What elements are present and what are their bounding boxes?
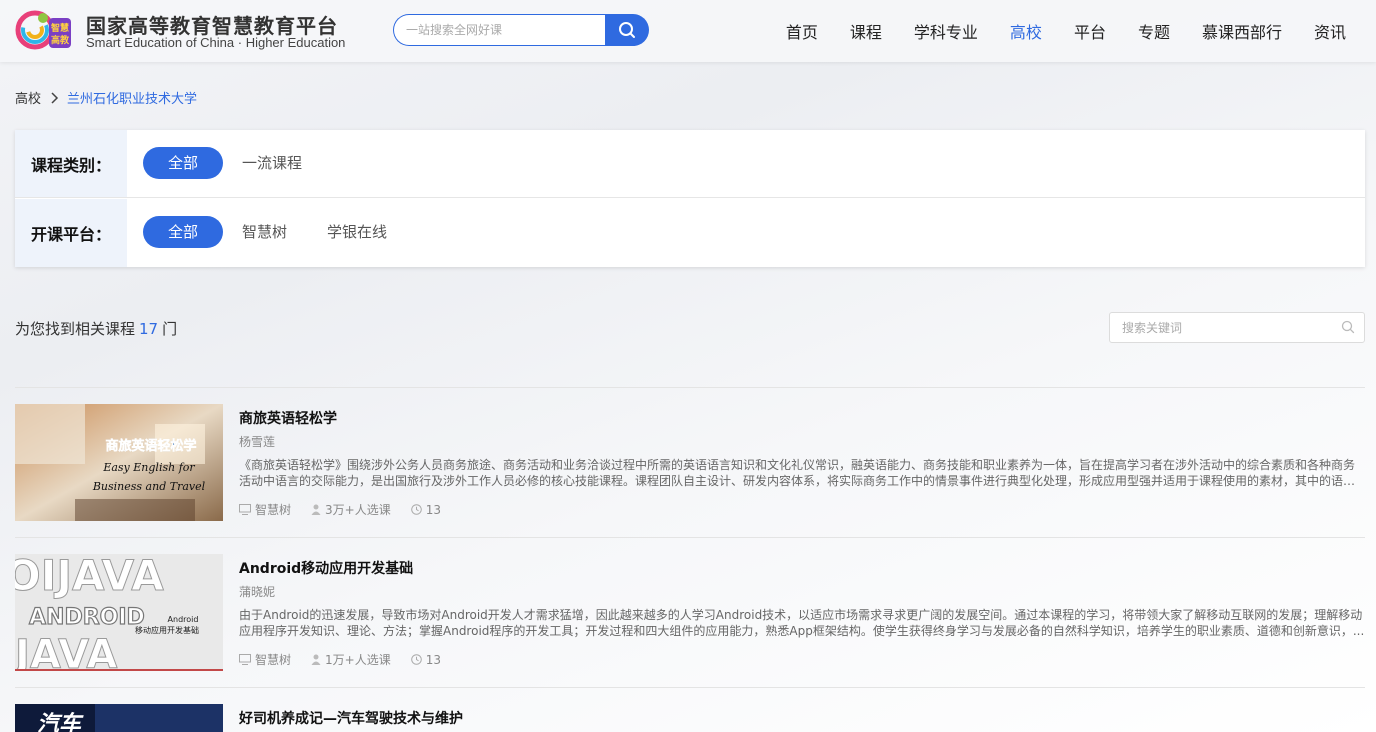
global-search-input[interactable] [393, 14, 607, 46]
user-icon [311, 504, 321, 515]
course-platform: 智慧树 [239, 501, 291, 518]
keyword-search-input[interactable] [1109, 312, 1365, 343]
thumbnail-title: 汽车 [37, 711, 84, 732]
result-count-number: 17 [139, 320, 159, 338]
result-count-prefix: 为您找到相关课程 [15, 320, 136, 338]
logo-badge-line2: 高教 [51, 34, 70, 46]
course-description: 由于Android的迅速发展，导致市场对Android开发人才需求猛增，因此越来… [239, 608, 1365, 638]
top-header: 智慧 高教 国家高等教育智慧教育平台 Smart Education of Ch… [0, 0, 1376, 62]
search-icon [619, 22, 635, 38]
course-card[interactable]: 汽车 好司机养成记—汽车驾驶技术与维护 [15, 704, 1365, 732]
logo-badge-line1: 智慧 [51, 22, 69, 34]
course-description: 《商旅英语轻松学》围绕涉外公务人员商务旅途、商务活动和业务洽谈过程中所需的英语语… [239, 458, 1356, 488]
result-count: 为您找到相关课程 17 门 [15, 318, 177, 339]
course-card[interactable]: OIJAVA JAVA ANDROID Android 移动应用开发基础 And… [15, 554, 1365, 671]
course-filter-panel: 课程类别： 全部 一流课程 开课平台： 全部 智慧树 学银在线 [15, 130, 1365, 267]
global-search-button[interactable] [605, 14, 649, 46]
thumbnail-bg-text: JAVA [15, 632, 117, 671]
clock-icon [410, 654, 422, 665]
course-title[interactable]: 商旅英语轻松学 [239, 408, 1365, 428]
course-sessions-label: 13 [425, 502, 441, 517]
clock-icon [410, 504, 422, 515]
thumbnail-subtitle-1: Easy English for [102, 461, 195, 474]
nav-universities[interactable]: 高校 [1010, 19, 1042, 43]
platform-logo[interactable]: 智慧 高教 [15, 8, 71, 52]
breadcrumb-universities-link[interactable]: 高校 [15, 88, 41, 107]
course-sessions-label: 13 [425, 652, 441, 667]
nav-topics[interactable]: 专题 [1138, 19, 1170, 43]
filter-label-platform: 开课平台： [15, 199, 127, 267]
thumbnail-title: 商旅英语轻松学 [105, 438, 196, 454]
divider [15, 537, 1365, 538]
filter-platform-all[interactable]: 全部 [143, 216, 223, 248]
global-search [393, 14, 649, 46]
thumbnail-subtitle-1: Android [168, 615, 199, 624]
keyword-search [1109, 312, 1365, 343]
nav-news[interactable]: 资讯 [1314, 19, 1346, 43]
nav-disciplines[interactable]: 学科专业 [914, 19, 978, 43]
user-icon [311, 654, 321, 665]
course-thumbnail[interactable]: OIJAVA JAVA ANDROID Android 移动应用开发基础 [15, 554, 223, 671]
course-meta: 智慧树 1万+人选课 13 [239, 651, 1365, 668]
thumbnail-bg-text: OIJAVA [15, 554, 164, 600]
course-thumbnail[interactable]: 商旅英语轻松学 Easy English for Business and Tr… [15, 404, 223, 521]
course-learners-label: 1万+人选课 [325, 653, 391, 667]
filter-row-platform: 开课平台： 全部 智慧树 学银在线 [15, 199, 1365, 267]
thumbnail-subtitle-2: Business and Travel [92, 480, 206, 493]
result-count-suffix: 门 [162, 320, 178, 338]
filter-row-category: 课程类别： 全部 一流课程 [15, 130, 1365, 198]
filter-platform-zhihuishu[interactable]: 智慧树 [242, 216, 287, 248]
chevron-right-icon [51, 91, 59, 104]
course-info: Android移动应用开发基础 蒲晓妮 由于Android的迅速发展，导致市场对… [239, 554, 1365, 668]
thumbnail-title: ANDROID [29, 605, 145, 630]
course-learners: 1万+人选课 [311, 651, 391, 668]
course-sessions: 13 [410, 502, 441, 517]
course-info: 好司机养成记—汽车驾驶技术与维护 [239, 704, 1365, 728]
course-title[interactable]: Android移动应用开发基础 [239, 558, 1365, 578]
monitor-icon [239, 654, 251, 665]
search-icon[interactable] [1341, 320, 1355, 334]
divider [15, 687, 1365, 688]
monitor-icon [239, 504, 251, 515]
course-platform: 智慧树 [239, 651, 291, 668]
course-learners-label: 3万+人选课 [325, 503, 391, 517]
nav-home[interactable]: 首页 [786, 19, 818, 43]
main-nav: 首页 课程 学科专业 高校 平台 专题 慕课西部行 资讯 [754, 0, 1346, 62]
nav-mooc-west[interactable]: 慕课西部行 [1202, 19, 1282, 43]
course-learners: 3万+人选课 [311, 501, 391, 518]
thumbnail-subtitle-2: 移动应用开发基础 [135, 625, 199, 635]
nav-courses[interactable]: 课程 [850, 19, 882, 43]
filter-label-category: 课程类别： [15, 130, 127, 197]
course-title[interactable]: 好司机养成记—汽车驾驶技术与维护 [239, 708, 1365, 728]
course-teacher: 杨雪莲 [239, 435, 276, 449]
course-thumbnail[interactable]: 汽车 [15, 704, 223, 732]
course-platform-label: 智慧树 [255, 503, 292, 517]
course-teacher: 蒲晓妮 [239, 585, 276, 599]
filter-category-all[interactable]: 全部 [143, 147, 223, 179]
filter-category-first-class[interactable]: 一流课程 [242, 147, 302, 179]
logo-title-en: Smart Education of China · Higher Educat… [86, 35, 346, 50]
breadcrumb: 高校 兰州石化职业技术大学 [15, 88, 197, 107]
course-platform-label: 智慧树 [255, 653, 292, 667]
course-info: 商旅英语轻松学 杨雪莲 《商旅英语轻松学》围绕涉外公务人员商务旅途、商务活动和业… [239, 404, 1365, 518]
breadcrumb-current: 兰州石化职业技术大学 [67, 92, 198, 107]
divider [15, 387, 1365, 388]
course-card[interactable]: 商旅英语轻松学 Easy English for Business and Tr… [15, 404, 1365, 521]
nav-platforms[interactable]: 平台 [1074, 19, 1106, 43]
course-sessions: 13 [410, 652, 441, 667]
filter-platform-xueyin[interactable]: 学银在线 [327, 216, 387, 248]
course-meta: 智慧树 3万+人选课 13 [239, 501, 1365, 518]
